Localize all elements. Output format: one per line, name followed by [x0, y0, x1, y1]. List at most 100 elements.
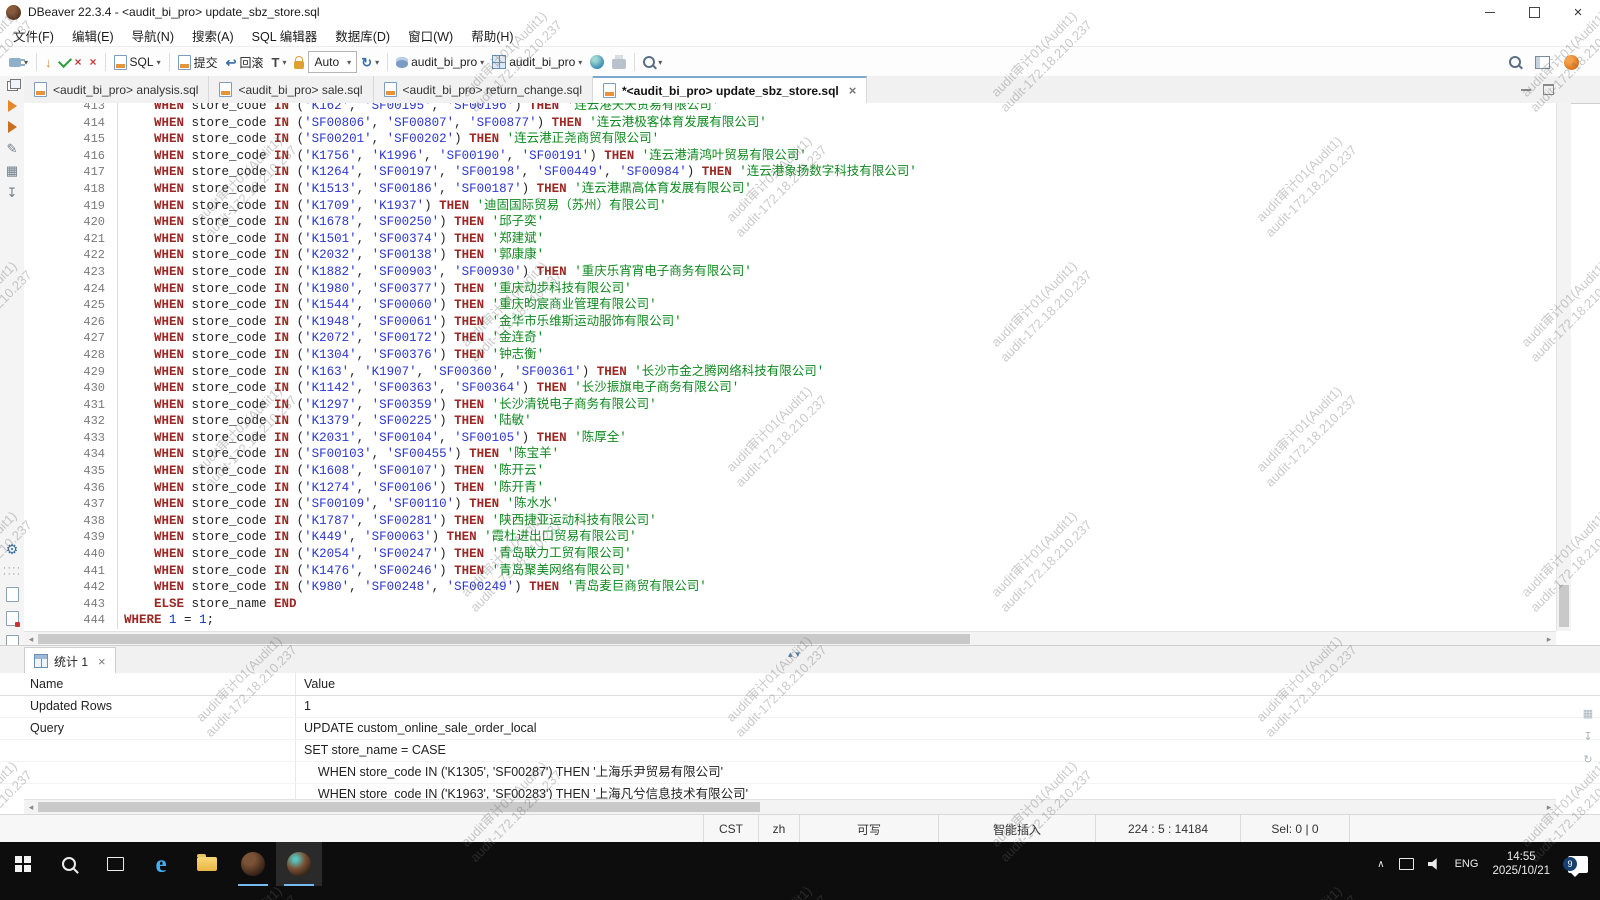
- code-line[interactable]: 426 WHEN store_code IN ('K1948', 'SF0006…: [24, 314, 1556, 331]
- execute-script-icon[interactable]: [8, 121, 17, 133]
- locale-indicator[interactable]: zh: [759, 815, 800, 843]
- result-row[interactable]: Updated Rows1: [0, 696, 1600, 718]
- dbeaver-pro-icon[interactable]: [1564, 55, 1579, 70]
- scroll-track[interactable]: [38, 800, 1542, 814]
- insert-mode-indicator[interactable]: 智能插入: [939, 815, 1096, 843]
- import-button[interactable]: ↓: [41, 50, 56, 74]
- line-number[interactable]: 416: [24, 148, 118, 165]
- menu-item[interactable]: 数据库(D): [326, 26, 399, 45]
- editor-tab[interactable]: *<audit_bi_pro> update_sbz_store.sql×: [593, 76, 867, 103]
- line-number[interactable]: 431: [24, 397, 118, 414]
- grid-icon[interactable]: ▦: [1583, 707, 1593, 720]
- scroll-left-icon[interactable]: ◂: [24, 802, 38, 813]
- taskbar-explorer-button[interactable]: [184, 842, 230, 886]
- code-line[interactable]: 413 WHEN store_code IN ('K162', 'SF00195…: [24, 103, 1556, 115]
- line-number[interactable]: 426: [24, 314, 118, 331]
- maximize-button[interactable]: [1512, 0, 1556, 24]
- menu-item[interactable]: 文件(F): [4, 26, 63, 45]
- code-line[interactable]: 433 WHEN store_code IN ('K2031', 'SF0010…: [24, 430, 1556, 447]
- line-number[interactable]: 443: [24, 596, 118, 613]
- search-button[interactable]: [639, 50, 666, 74]
- taskbar-edge-button[interactable]: e: [138, 842, 184, 886]
- code-line[interactable]: 431 WHEN store_code IN ('K1297', 'SF0035…: [24, 397, 1556, 414]
- transaction-log-button[interactable]: T: [268, 50, 291, 74]
- editor-tab[interactable]: <audit_bi_pro> analysis.sql: [24, 76, 209, 103]
- menu-item[interactable]: SQL 编辑器: [243, 26, 327, 45]
- menu-item[interactable]: 搜索(A): [183, 26, 243, 45]
- line-number[interactable]: 424: [24, 281, 118, 298]
- scroll-left-icon[interactable]: ◂: [24, 634, 38, 645]
- sash-grip-icon[interactable]: ▴▾: [788, 649, 803, 660]
- editor-horizontal-scrollbar[interactable]: ◂ ▸: [24, 631, 1556, 646]
- export-icon[interactable]: ↧: [7, 186, 18, 199]
- code-line[interactable]: 442 WHEN store_code IN ('K980', 'SF00248…: [24, 579, 1556, 596]
- code-line[interactable]: 422 WHEN store_code IN ('K2032', 'SF0013…: [24, 247, 1556, 264]
- start-button[interactable]: [0, 842, 46, 886]
- explain-plan-icon[interactable]: ✎: [7, 142, 18, 155]
- code-line[interactable]: 415 WHEN store_code IN ('SF00201', 'SF00…: [24, 131, 1556, 148]
- line-number[interactable]: 436: [24, 480, 118, 497]
- code-line[interactable]: 436 WHEN store_code IN ('K1274', 'SF0010…: [24, 480, 1556, 497]
- close-connection-button[interactable]: ×: [86, 50, 101, 74]
- taskbar-app-button[interactable]: [230, 842, 276, 886]
- scroll-track[interactable]: [38, 632, 1542, 646]
- write-mode-indicator[interactable]: 可写: [800, 815, 939, 843]
- line-number[interactable]: 435: [24, 463, 118, 480]
- rollback-button[interactable]: ↩ 回滚: [222, 50, 268, 74]
- code-line[interactable]: 441 WHEN store_code IN ('K1476', 'SF0024…: [24, 563, 1556, 580]
- close-icon[interactable]: ×: [98, 654, 106, 669]
- line-number[interactable]: 419: [24, 198, 118, 215]
- code-line[interactable]: 444WHERE 1 = 1;: [24, 612, 1556, 629]
- database-selector[interactable]: audit_bi_pro: [392, 50, 488, 74]
- code-line[interactable]: 435 WHEN store_code IN ('K1608', 'SF0010…: [24, 463, 1556, 480]
- open-connection-button[interactable]: [5, 50, 32, 74]
- commit-button[interactable]: 提交: [174, 50, 222, 74]
- notification-icon[interactable]: 9: [1568, 856, 1588, 873]
- code-line[interactable]: 425 WHEN store_code IN ('K1544', 'SF0006…: [24, 297, 1556, 314]
- column-header-value[interactable]: Value: [296, 673, 1600, 695]
- menu-item[interactable]: 窗口(W): [399, 26, 462, 45]
- script-error-icon[interactable]: [6, 611, 19, 626]
- code-line[interactable]: 424 WHEN store_code IN ('K1980', 'SF0037…: [24, 281, 1556, 298]
- scrollbar-thumb[interactable]: [38, 802, 760, 812]
- refresh-button[interactable]: ↻: [357, 50, 383, 74]
- line-number[interactable]: 414: [24, 115, 118, 132]
- line-number[interactable]: 442: [24, 579, 118, 596]
- tray-chevron-icon[interactable]: ∧: [1377, 859, 1384, 870]
- isolation-combo[interactable]: Auto: [308, 51, 357, 73]
- network-button[interactable]: [586, 50, 608, 74]
- print-button[interactable]: [608, 50, 630, 74]
- line-number[interactable]: 413: [24, 103, 118, 115]
- line-number[interactable]: 430: [24, 380, 118, 397]
- line-number[interactable]: 440: [24, 546, 118, 563]
- maximize-editor-icon[interactable]: [1543, 84, 1554, 95]
- line-number[interactable]: 423: [24, 264, 118, 281]
- code-line[interactable]: 417 WHEN store_code IN ('K1264', 'SF0019…: [24, 164, 1556, 181]
- line-number[interactable]: 439: [24, 529, 118, 546]
- code-line[interactable]: 421 WHEN store_code IN ('K1501', 'SF0037…: [24, 231, 1556, 248]
- code-line[interactable]: 419 WHEN store_code IN ('K1709', 'K1937'…: [24, 198, 1556, 215]
- result-row[interactable]: QueryUPDATE custom_online_sale_order_loc…: [0, 718, 1600, 740]
- line-number[interactable]: 425: [24, 297, 118, 314]
- line-number[interactable]: 420: [24, 214, 118, 231]
- line-number[interactable]: 415: [24, 131, 118, 148]
- close-icon[interactable]: ×: [849, 83, 857, 98]
- panel-horizontal-scrollbar[interactable]: ◂ ▸: [24, 799, 1556, 814]
- taskbar-dbeaver-button[interactable]: [276, 842, 322, 886]
- menu-item[interactable]: 导航(N): [123, 26, 183, 45]
- quick-access-search-icon[interactable]: [1509, 56, 1521, 68]
- caret-position-indicator[interactable]: 224 : 5 : 14184: [1096, 815, 1241, 843]
- execute-statement-icon[interactable]: [8, 100, 17, 112]
- timezone-indicator[interactable]: CST: [703, 815, 759, 843]
- restore-panel-icon[interactable]: [7, 81, 18, 91]
- code-line[interactable]: 427 WHEN store_code IN ('K2072', 'SF0017…: [24, 330, 1556, 347]
- line-number[interactable]: 429: [24, 364, 118, 381]
- gear-icon[interactable]: ⚙: [6, 542, 19, 556]
- code-line[interactable]: 438 WHEN store_code IN ('K1787', 'SF0028…: [24, 513, 1556, 530]
- result-row[interactable]: WHEN store_code IN ('K1305', 'SF00287') …: [0, 762, 1600, 784]
- transaction-mode-button[interactable]: [290, 50, 308, 74]
- sql-editor-dropdown[interactable]: SQL: [110, 50, 165, 74]
- menu-item[interactable]: 编辑(E): [63, 26, 123, 45]
- line-number[interactable]: 428: [24, 347, 118, 364]
- sql-code-editor[interactable]: 413 WHEN store_code IN ('K162', 'SF00195…: [24, 103, 1556, 631]
